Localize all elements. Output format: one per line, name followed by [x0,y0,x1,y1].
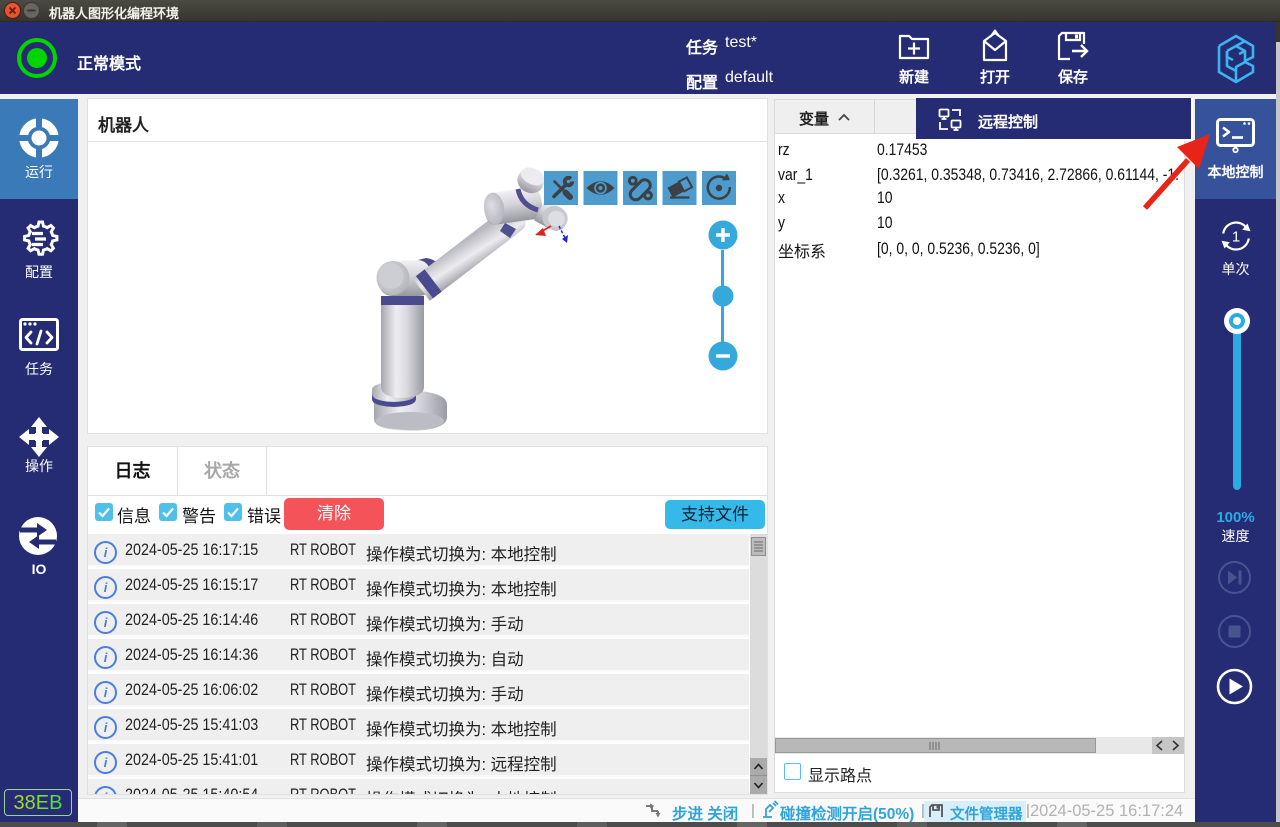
svg-text:1: 1 [1232,229,1240,246]
